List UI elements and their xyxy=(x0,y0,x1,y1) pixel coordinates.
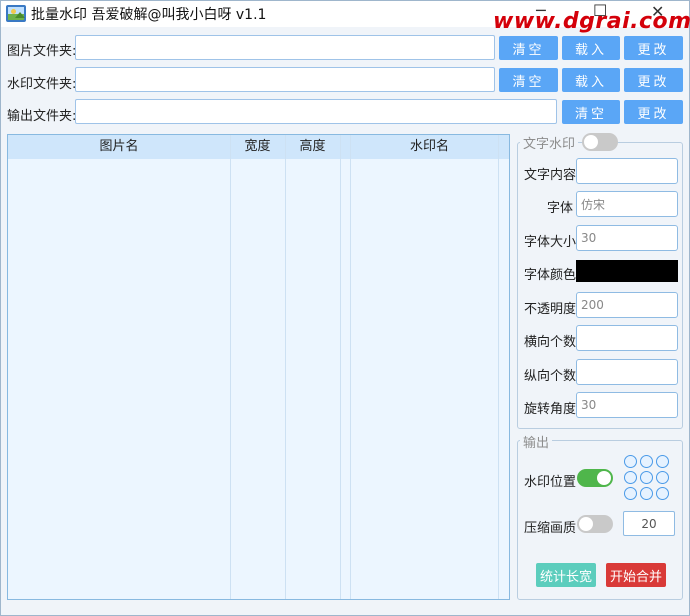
column-divider xyxy=(498,135,499,599)
position-bottom-right-radio[interactable] xyxy=(656,487,669,500)
column-header-image-name[interactable]: 图片名 xyxy=(8,135,230,159)
position-center-radio[interactable] xyxy=(640,471,653,484)
image-folder-input[interactable] xyxy=(75,35,495,60)
toggle-knob xyxy=(579,517,593,531)
position-middle-right-radio[interactable] xyxy=(656,471,669,484)
watermark-position-label: 水印位置 xyxy=(524,475,577,490)
toggle-knob xyxy=(584,135,598,149)
compress-quality-label: 压缩画质 xyxy=(524,521,577,536)
font-color-label: 字体颜色 xyxy=(524,268,577,283)
image-folder-clear-button[interactable]: 清空 xyxy=(499,36,558,60)
file-table[interactable]: 图片名 宽度 高度 水印名 xyxy=(7,134,510,600)
window-title: 批量水印 吾爱破解@叫我小白呀 v1.1 xyxy=(31,7,267,23)
column-header-width[interactable]: 宽度 xyxy=(230,135,285,159)
watermark-folder-input[interactable] xyxy=(75,67,495,92)
position-top-right-radio[interactable] xyxy=(656,455,669,468)
text-watermark-title: 文字水印 xyxy=(520,133,579,152)
toggle-knob xyxy=(597,471,611,485)
position-middle-left-radio[interactable] xyxy=(624,471,637,484)
column-divider xyxy=(350,135,351,599)
rotation-input[interactable] xyxy=(576,392,678,418)
position-top-left-radio[interactable] xyxy=(624,455,637,468)
font-size-label: 字体大小 xyxy=(524,235,577,250)
table-header: 图片名 宽度 高度 水印名 xyxy=(8,135,509,159)
horizontal-count-label: 横向个数 xyxy=(524,335,577,350)
font-input[interactable] xyxy=(576,191,678,217)
watermark-folder-load-button[interactable]: 载入 xyxy=(562,68,620,92)
output-folder-clear-button[interactable]: 清空 xyxy=(562,100,620,124)
watermark-folder-label: 水印文件夹: xyxy=(7,77,77,92)
image-folder-change-button[interactable]: 更改 xyxy=(624,36,683,60)
image-folder-load-button[interactable]: 载入 xyxy=(562,36,620,60)
output-folder-label: 输出文件夹: xyxy=(7,109,77,124)
stat-size-button[interactable]: 统计长宽 xyxy=(536,563,596,587)
compress-quality-toggle[interactable] xyxy=(577,515,613,533)
site-watermark: www.dgrai.com xyxy=(493,9,690,34)
image-icon xyxy=(6,5,26,22)
horizontal-count-input[interactable] xyxy=(576,325,678,351)
vertical-count-input[interactable] xyxy=(576,359,678,385)
column-divider xyxy=(230,135,231,599)
column-divider xyxy=(340,135,341,599)
output-folder-change-button[interactable]: 更改 xyxy=(624,100,683,124)
vertical-count-label: 纵向个数 xyxy=(524,369,577,384)
image-folder-label: 图片文件夹: xyxy=(7,44,77,59)
font-color-swatch[interactable] xyxy=(576,260,678,282)
column-header-blank[interactable] xyxy=(340,135,350,159)
opacity-label: 不透明度 xyxy=(524,302,577,317)
position-bottom-center-radio[interactable] xyxy=(640,487,653,500)
position-top-center-radio[interactable] xyxy=(640,455,653,468)
output-folder-input[interactable] xyxy=(75,99,557,124)
position-bottom-left-radio[interactable] xyxy=(624,487,637,500)
start-merge-button[interactable]: 开始合并 xyxy=(606,563,666,587)
watermark-folder-clear-button[interactable]: 清空 xyxy=(499,68,558,92)
text-watermark-toggle[interactable] xyxy=(582,133,618,151)
rotation-label: 旋转角度 xyxy=(524,402,577,417)
opacity-input[interactable] xyxy=(576,292,678,318)
text-watermark-group xyxy=(517,142,683,429)
text-content-input[interactable] xyxy=(576,158,678,184)
watermark-position-toggle[interactable] xyxy=(577,469,613,487)
column-divider xyxy=(285,135,286,599)
column-header-height[interactable]: 高度 xyxy=(285,135,340,159)
column-header-watermark-name[interactable]: 水印名 xyxy=(350,135,509,159)
output-title: 输出 xyxy=(520,432,553,451)
quality-input[interactable] xyxy=(623,511,675,536)
font-label: 字体 xyxy=(547,201,574,216)
watermark-folder-change-button[interactable]: 更改 xyxy=(624,68,683,92)
font-size-input[interactable] xyxy=(576,225,678,251)
text-content-label: 文字内容 xyxy=(524,168,577,183)
app-window: 批量水印 吾爱破解@叫我小白呀 v1.1 ─ ☐ ✕ www.dgrai.com… xyxy=(0,0,690,616)
